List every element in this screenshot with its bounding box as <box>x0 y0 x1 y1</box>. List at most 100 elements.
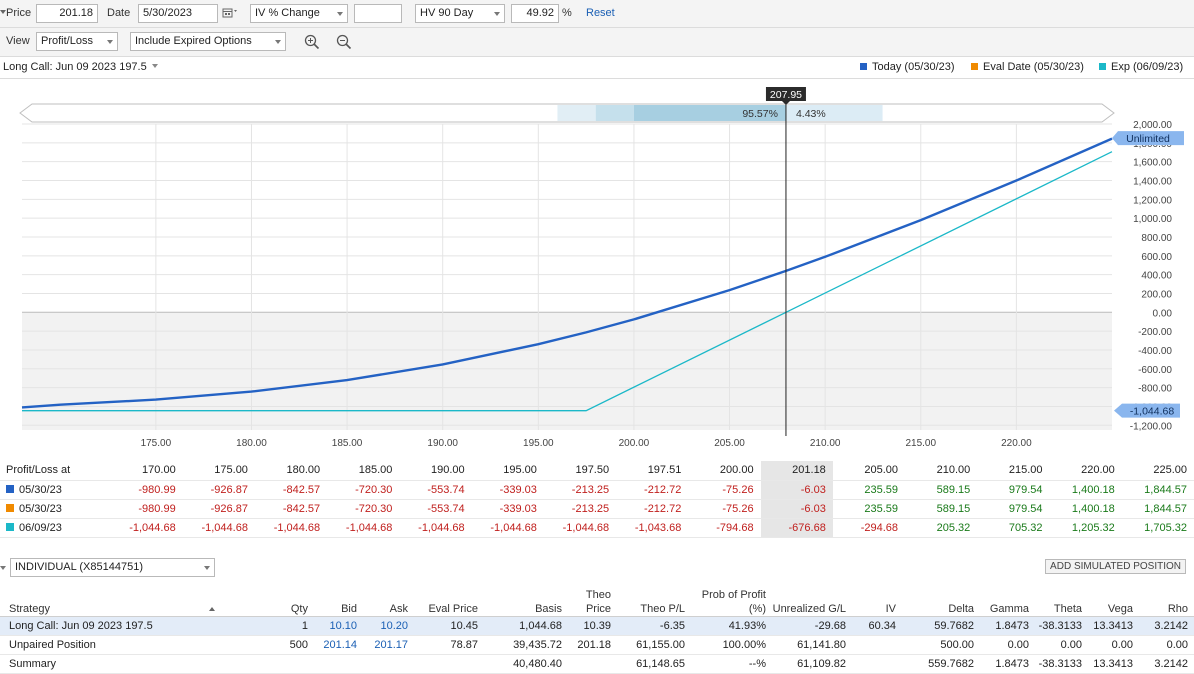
pl-cell: -75.26 <box>688 480 761 500</box>
legend-label: Exp (06/09/23) <box>1111 61 1184 73</box>
pl-cell: -339.03 <box>471 480 544 500</box>
pl-cell: -1,044.68 <box>327 518 400 538</box>
view-mode-select[interactable]: Profit/Loss <box>36 32 118 51</box>
legend-label: Today (05/30/23) <box>872 61 955 73</box>
pl-price-header: 170.00 <box>110 461 183 481</box>
legend-swatch <box>971 63 978 70</box>
price-marker-label: 207.95 <box>770 89 802 101</box>
col-header[interactable]: Basis <box>484 580 568 617</box>
pl-cell: -720.30 <box>327 480 400 500</box>
pl-row: 05/30/23 -980.99 -926.87 -842.57 -720.30 -553… <box>0 480 1194 500</box>
pl-price-header: 175.00 <box>182 461 255 481</box>
position-cell <box>852 654 902 674</box>
pl-row: 06/09/23 -1,044.68 -1,044.68 -1,044.68 -1,04… <box>0 518 1194 538</box>
position-selector[interactable]: Long Call: Jun 09 2023 197.5 <box>3 61 158 73</box>
position-cell: Unpaired Position <box>0 635 236 655</box>
pl-row: 05/30/23 -980.99 -926.87 -842.57 -720.30 -553… <box>0 499 1194 519</box>
volatility-source-select[interactable]: HV 90 Day <box>415 4 505 23</box>
pl-header-row: Profit/Loss at 170.00 175.00 180.00 185.00 19… <box>0 461 1194 481</box>
pl-cell: -1,044.68 <box>110 518 183 538</box>
x-tick-label: 190.00 <box>427 438 458 449</box>
y-tick-label: -400.00 <box>1138 346 1172 357</box>
pl-cell: 979.54 <box>977 480 1050 500</box>
y-tick-label: -600.00 <box>1138 365 1172 376</box>
col-header[interactable]: Delta <box>902 580 980 617</box>
probability-band-outer <box>557 105 596 121</box>
position-cell <box>236 654 314 674</box>
pl-price-header: 215.00 <box>977 461 1050 481</box>
position-cell: 41.93% <box>691 616 772 636</box>
collapse-icon[interactable] <box>0 566 6 570</box>
y-tick-label: 800.00 <box>1141 233 1172 244</box>
position-row[interactable]: Summary 40,480.40 61,148.65 --% 61,109.82 559… <box>0 654 1194 674</box>
pl-cell: -980.99 <box>110 499 183 519</box>
col-header[interactable]: Rho <box>1139 580 1194 617</box>
col-header[interactable]: Theo P/L <box>617 580 691 617</box>
pl-cell: -1,044.68 <box>254 518 328 538</box>
y-tick-label: 1,200.00 <box>1133 195 1172 206</box>
volatility-input[interactable]: 49.92 <box>511 4 559 23</box>
expired-options-select[interactable]: Include Expired Options <box>130 32 286 51</box>
col-header[interactable]: Qty <box>236 580 314 617</box>
chevron-down-icon <box>151 64 158 68</box>
profit-loss-table: Profit/Loss at 170.00 175.00 180.00 185.00 19… <box>0 461 1194 538</box>
col-header[interactable]: Unrealized G/L <box>772 580 852 617</box>
x-tick-label: 180.00 <box>236 438 267 449</box>
add-simulated-position-button[interactable]: ADD SIMULATED POSITION <box>1045 559 1186 574</box>
price-collapse-toggle[interactable]: Price <box>0 7 31 19</box>
col-header[interactable]: Vega <box>1088 580 1139 617</box>
y-tick-label: 600.00 <box>1141 252 1172 263</box>
col-header[interactable]: Theta <box>1035 580 1088 617</box>
iv-mode-value: IV % Change <box>255 7 320 19</box>
date-input[interactable]: 5/30/2023 <box>138 4 218 23</box>
col-header[interactable]: Bid <box>314 580 363 617</box>
col-header[interactable]: Prob of Profit (%) <box>691 580 772 617</box>
upper-callout-label: Unlimited <box>1126 133 1170 145</box>
y-tick-label: 200.00 <box>1141 289 1172 300</box>
x-tick-label: 220.00 <box>1001 438 1032 449</box>
profit-loss-chart[interactable]: 95.57% 4.43% 175.00 180.00 185.00 190.00 195.… <box>0 80 1194 457</box>
position-cell: 78.87 <box>414 635 484 655</box>
col-header[interactable]: IV <box>852 580 902 617</box>
pl-price-header: 197.50 <box>543 461 617 481</box>
pl-cell: 1,844.57 <box>1121 480 1194 500</box>
y-tick-label: -800.00 <box>1138 384 1172 395</box>
pl-cell: -1,044.68 <box>471 518 544 538</box>
position-row[interactable]: Long Call: Jun 09 2023 197.5 1 10.10 10.20 1… <box>0 616 1194 636</box>
position-cell: 60.34 <box>852 616 902 636</box>
pl-cell: -294.68 <box>832 518 906 538</box>
account-select[interactable]: INDIVIDUAL (X85144751) <box>10 558 215 577</box>
pl-cell: 1,844.57 <box>1121 499 1194 519</box>
price-input[interactable]: 201.18 <box>36 4 98 23</box>
legend-today: Today (05/30/23) <box>860 61 955 73</box>
position-cell <box>852 635 902 655</box>
col-header[interactable]: Ask <box>363 580 414 617</box>
iv-mode-select[interactable]: IV % Change <box>250 4 348 23</box>
position-cell: 61,155.00 <box>617 635 691 655</box>
pl-cell: -842.57 <box>254 499 328 519</box>
position-cell: 61,109.82 <box>772 654 852 674</box>
zoom-out-icon[interactable] <box>334 32 354 52</box>
col-header-strategy[interactable]: Strategy <box>0 580 236 617</box>
position-cell: 500 <box>236 635 314 655</box>
col-header[interactable]: Eval Price <box>414 580 484 617</box>
pl-price-header: 200.00 <box>688 461 761 481</box>
y-tick-label: 1,000.00 <box>1133 214 1172 225</box>
position-cell: 559.7682 <box>902 654 980 674</box>
position-row[interactable]: Unpaired Position 500 201.14 201.17 78.87 39,… <box>0 635 1194 655</box>
calendar-icon[interactable] <box>222 6 238 23</box>
col-header[interactable]: Gamma <box>980 580 1035 617</box>
zoom-in-icon[interactable] <box>302 32 322 52</box>
position-cell: 1 <box>236 616 314 636</box>
position-cell: 10.39 <box>568 616 617 636</box>
position-cell: 201.18 <box>568 635 617 655</box>
position-cell: 0.00 <box>1088 635 1139 655</box>
pl-cell: -213.25 <box>543 499 617 519</box>
position-cell: --% <box>691 654 772 674</box>
legend-label: Eval Date (05/30/23) <box>983 61 1084 73</box>
reset-link[interactable]: Reset <box>586 7 615 19</box>
col-header[interactable]: Theo Price <box>568 580 617 617</box>
iv-change-input[interactable] <box>354 4 402 23</box>
position-cell: 10.45 <box>414 616 484 636</box>
pl-cell: 589.15 <box>905 480 978 500</box>
